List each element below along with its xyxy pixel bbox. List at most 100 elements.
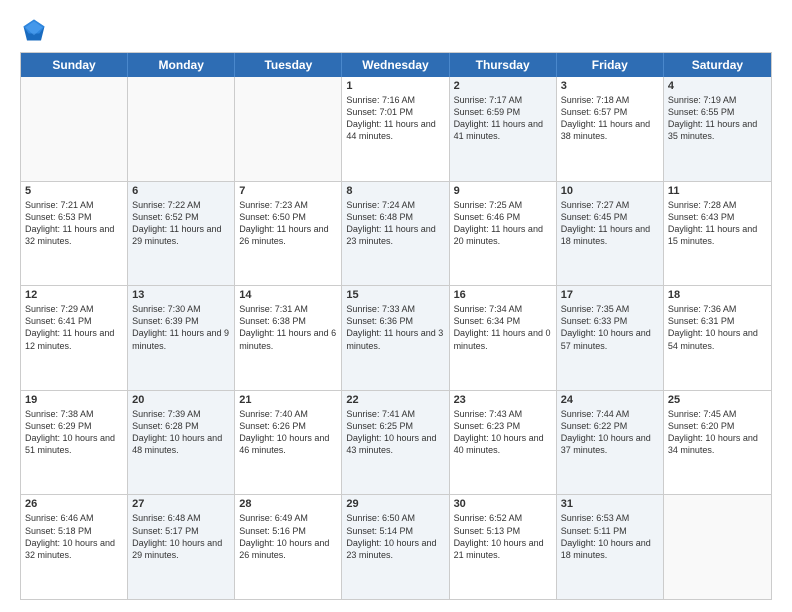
cell-text: Sunrise: 7:41 AM Sunset: 6:25 PM Dayligh… — [346, 408, 444, 457]
cell-text: Sunrise: 6:49 AM Sunset: 5:16 PM Dayligh… — [239, 512, 337, 561]
day-number: 9 — [454, 185, 552, 197]
day-number: 17 — [561, 289, 659, 301]
day-number: 14 — [239, 289, 337, 301]
cal-cell: 25Sunrise: 7:45 AM Sunset: 6:20 PM Dayli… — [664, 391, 771, 495]
cal-cell: 17 Sunrise: 7:35 AM Sunset: 6:33 PM Dayli… — [557, 286, 664, 390]
cal-cell: 15 Sunrise: 7:33 AM Sunset: 6:36 PM Dayli… — [342, 286, 449, 390]
day-number: 1 — [346, 80, 444, 92]
day-number: 16 — [454, 289, 552, 301]
cell-text: Sunrise: 7:24 AM Sunset: 6:48 PM Dayligh… — [346, 199, 444, 248]
cal-cell: 18 Sunrise: 7:36 AM Sunset: 6:31 PM Dayli… — [664, 286, 771, 390]
cell-text: Sunrise: 6:50 AM Sunset: 5:14 PM Dayligh… — [346, 512, 444, 561]
cal-cell: 10 Sunrise: 7:27 AM Sunset: 6:45 PM Dayli… — [557, 182, 664, 286]
cell-text: Sunrise: 7:29 AM Sunset: 6:41 PM Dayligh… — [25, 303, 123, 352]
cell-text: Sunrise: 7:35 AM Sunset: 6:33 PM Dayligh… — [561, 303, 659, 352]
day-number: 25 — [668, 394, 767, 406]
cell-text: Sunrise: 7:39 AM Sunset: 6:28 PM Dayligh… — [132, 408, 230, 457]
cal-cell: 27Sunrise: 6:48 AM Sunset: 5:17 PM Dayli… — [128, 495, 235, 599]
day-number: 20 — [132, 394, 230, 406]
cell-text: Sunrise: 7:23 AM Sunset: 6:50 PM Dayligh… — [239, 199, 337, 248]
week-row-2: 5Sunrise: 7:21 AM Sunset: 6:53 PM Daylig… — [21, 182, 771, 287]
week-row-4: 19Sunrise: 7:38 AM Sunset: 6:29 PM Dayli… — [21, 391, 771, 496]
cal-cell: 16 Sunrise: 7:34 AM Sunset: 6:34 PM Dayli… — [450, 286, 557, 390]
day-number: 22 — [346, 394, 444, 406]
cell-text: Sunrise: 6:52 AM Sunset: 5:13 PM Dayligh… — [454, 512, 552, 561]
cell-text: Sunrise: 7:16 AM Sunset: 7:01 PM Dayligh… — [346, 94, 444, 143]
cell-text: Sunrise: 6:46 AM Sunset: 5:18 PM Dayligh… — [25, 512, 123, 561]
cal-cell: 2 Sunrise: 7:17 AM Sunset: 6:59 PM Daylig… — [450, 77, 557, 181]
cal-cell: 23 Sunrise: 7:43 AM Sunset: 6:23 PM Dayli… — [450, 391, 557, 495]
cal-cell: 7 Sunrise: 7:23 AM Sunset: 6:50 PM Daylig… — [235, 182, 342, 286]
cell-text: Sunrise: 7:40 AM Sunset: 6:26 PM Dayligh… — [239, 408, 337, 457]
cal-cell — [128, 77, 235, 181]
cal-cell — [235, 77, 342, 181]
cal-cell — [21, 77, 128, 181]
day-number: 29 — [346, 498, 444, 510]
day-number: 15 — [346, 289, 444, 301]
cell-text: Sunrise: 7:30 AM Sunset: 6:39 PM Dayligh… — [132, 303, 230, 352]
day-number: 7 — [239, 185, 337, 197]
weekday-header-sunday: Sunday — [21, 53, 128, 77]
cal-cell: 31 Sunrise: 6:53 AM Sunset: 5:11 PM Dayli… — [557, 495, 664, 599]
cal-cell: 13 Sunrise: 7:30 AM Sunset: 6:39 PM Dayli… — [128, 286, 235, 390]
cal-cell: 21 Sunrise: 7:40 AM Sunset: 6:26 PM Dayli… — [235, 391, 342, 495]
cal-cell: 28 Sunrise: 6:49 AM Sunset: 5:16 PM Dayli… — [235, 495, 342, 599]
page: SundayMondayTuesdayWednesdayThursdayFrid… — [0, 0, 792, 612]
cell-text: Sunrise: 7:43 AM Sunset: 6:23 PM Dayligh… — [454, 408, 552, 457]
cal-cell: 20 Sunrise: 7:39 AM Sunset: 6:28 PM Dayli… — [128, 391, 235, 495]
day-number: 13 — [132, 289, 230, 301]
cal-cell — [664, 495, 771, 599]
day-number: 5 — [25, 185, 123, 197]
cal-cell: 19Sunrise: 7:38 AM Sunset: 6:29 PM Dayli… — [21, 391, 128, 495]
cal-cell: 26 Sunrise: 6:46 AM Sunset: 5:18 PM Dayli… — [21, 495, 128, 599]
day-number: 6 — [132, 185, 230, 197]
day-number: 12 — [25, 289, 123, 301]
cal-cell: 9Sunrise: 7:25 AM Sunset: 6:46 PM Daylig… — [450, 182, 557, 286]
cell-text: Sunrise: 7:28 AM Sunset: 6:43 PM Dayligh… — [668, 199, 767, 248]
cell-text: Sunrise: 7:27 AM Sunset: 6:45 PM Dayligh… — [561, 199, 659, 248]
day-number: 4 — [668, 80, 767, 92]
week-row-1: 1 Sunrise: 7:16 AM Sunset: 7:01 PM Daylig… — [21, 77, 771, 182]
calendar-header: SundayMondayTuesdayWednesdayThursdayFrid… — [21, 53, 771, 77]
cell-text: Sunrise: 7:34 AM Sunset: 6:34 PM Dayligh… — [454, 303, 552, 352]
day-number: 23 — [454, 394, 552, 406]
cell-text: Sunrise: 7:38 AM Sunset: 6:29 PM Dayligh… — [25, 408, 123, 457]
day-number: 18 — [668, 289, 767, 301]
cal-cell: 6 Sunrise: 7:22 AM Sunset: 6:52 PM Daylig… — [128, 182, 235, 286]
cal-cell: 30 Sunrise: 6:52 AM Sunset: 5:13 PM Dayli… — [450, 495, 557, 599]
cal-cell: 29 Sunrise: 6:50 AM Sunset: 5:14 PM Dayli… — [342, 495, 449, 599]
cal-cell: 3Sunrise: 7:18 AM Sunset: 6:57 PM Daylig… — [557, 77, 664, 181]
weekday-header-monday: Monday — [128, 53, 235, 77]
cell-text: Sunrise: 7:18 AM Sunset: 6:57 PM Dayligh… — [561, 94, 659, 143]
day-number: 24 — [561, 394, 659, 406]
week-row-5: 26 Sunrise: 6:46 AM Sunset: 5:18 PM Dayli… — [21, 495, 771, 599]
cal-cell: 4Sunrise: 7:19 AM Sunset: 6:55 PM Daylig… — [664, 77, 771, 181]
day-number: 10 — [561, 185, 659, 197]
cal-cell: 8Sunrise: 7:24 AM Sunset: 6:48 PM Daylig… — [342, 182, 449, 286]
week-row-3: 12 Sunrise: 7:29 AM Sunset: 6:41 PM Dayli… — [21, 286, 771, 391]
cell-text: Sunrise: 7:22 AM Sunset: 6:52 PM Dayligh… — [132, 199, 230, 248]
cell-text: Sunrise: 7:33 AM Sunset: 6:36 PM Dayligh… — [346, 303, 444, 352]
day-number: 30 — [454, 498, 552, 510]
header — [20, 16, 772, 44]
weekday-header-wednesday: Wednesday — [342, 53, 449, 77]
day-number: 31 — [561, 498, 659, 510]
cell-text: Sunrise: 7:36 AM Sunset: 6:31 PM Dayligh… — [668, 303, 767, 352]
weekday-header-saturday: Saturday — [664, 53, 771, 77]
cal-cell: 1 Sunrise: 7:16 AM Sunset: 7:01 PM Daylig… — [342, 77, 449, 181]
cell-text: Sunrise: 7:17 AM Sunset: 6:59 PM Dayligh… — [454, 94, 552, 143]
logo — [20, 16, 52, 44]
cell-text: Sunrise: 6:48 AM Sunset: 5:17 PM Dayligh… — [132, 512, 230, 561]
day-number: 2 — [454, 80, 552, 92]
day-number: 11 — [668, 185, 767, 197]
cal-cell: 24 Sunrise: 7:44 AM Sunset: 6:22 PM Dayli… — [557, 391, 664, 495]
cell-text: Sunrise: 7:44 AM Sunset: 6:22 PM Dayligh… — [561, 408, 659, 457]
day-number: 21 — [239, 394, 337, 406]
cal-cell: 5Sunrise: 7:21 AM Sunset: 6:53 PM Daylig… — [21, 182, 128, 286]
day-number: 28 — [239, 498, 337, 510]
weekday-header-tuesday: Tuesday — [235, 53, 342, 77]
day-number: 26 — [25, 498, 123, 510]
weekday-header-thursday: Thursday — [450, 53, 557, 77]
cell-text: Sunrise: 6:53 AM Sunset: 5:11 PM Dayligh… — [561, 512, 659, 561]
logo-icon — [20, 16, 48, 44]
